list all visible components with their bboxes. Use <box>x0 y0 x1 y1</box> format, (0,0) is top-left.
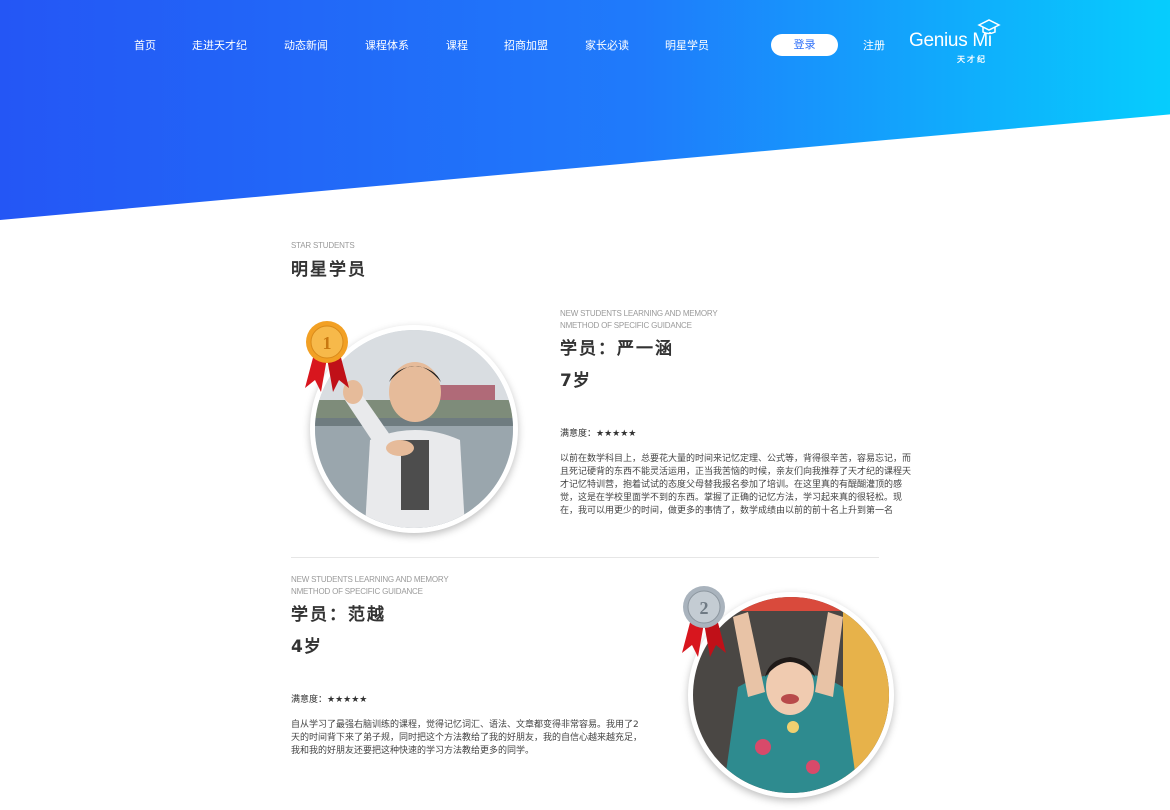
top-nav: 首页 走进天才纪 动态新闻 课程体系 课程 招商加盟 家长必读 明星学员 登录 … <box>0 0 1170 90</box>
student-name: 学员：范越 <box>291 605 386 625</box>
nav-item-courses[interactable]: 课程 <box>446 37 468 53</box>
nav-item-home[interactable]: 首页 <box>134 37 156 53</box>
gold-medal-icon: 1 <box>305 321 349 392</box>
student-rating: 满意度：★★★★★ <box>291 695 368 705</box>
svg-text:2: 2 <box>700 598 709 618</box>
student-rating: 满意度：★★★★★ <box>560 429 637 439</box>
student-en-line-1: NEW STUDENTS LEARNING AND MEMORY <box>291 575 449 584</box>
nav-item-star-students[interactable]: 明星学员 <box>665 37 709 53</box>
login-button[interactable]: 登录 <box>771 34 838 56</box>
section-title: 明星学员 <box>291 260 367 280</box>
divider <box>291 557 879 558</box>
silver-medal-icon: 2 <box>682 586 726 657</box>
student-en-line-2: NMETHOD OF SPECIFIC GUIDANCE <box>560 321 692 330</box>
student-age: 4岁 <box>291 637 322 657</box>
nav-item-franchise[interactable]: 招商加盟 <box>504 37 548 53</box>
student-age: 7岁 <box>560 371 591 391</box>
student-name: 学员：严一涵 <box>560 339 674 359</box>
graduation-cap-icon <box>977 19 1001 35</box>
logo-subtext: 天才纪 <box>957 55 987 64</box>
nav-item-news[interactable]: 动态新闻 <box>284 37 328 53</box>
register-link[interactable]: 注册 <box>863 37 885 53</box>
student-en-line-2: NMETHOD OF SPECIFIC GUIDANCE <box>291 587 423 596</box>
page: 首页 走进天才纪 动态新闻 课程体系 课程 招商加盟 家长必读 明星学员 登录 … <box>0 0 1170 810</box>
svg-text:1: 1 <box>323 333 332 353</box>
nav-item-parents[interactable]: 家长必读 <box>585 37 629 53</box>
logo[interactable]: Genius Mi 天才纪 <box>909 19 1004 65</box>
nav-item-curriculum[interactable]: 课程体系 <box>365 37 409 53</box>
section-en-title: STAR STUDENTS <box>291 241 355 250</box>
student-description: 以前在数学科目上，总要花大量的时间来记忆定理、公式等，背得很辛苦，容易忘记，而且… <box>560 454 912 516</box>
nav-item-about[interactable]: 走进天才纪 <box>192 37 247 53</box>
student-en-line-1: NEW STUDENTS LEARNING AND MEMORY <box>560 309 718 318</box>
student-description: 自从学习了最强右脑训练的课程，觉得记忆词汇、语法、文章都变得非常容易。我用了2天… <box>291 720 643 756</box>
